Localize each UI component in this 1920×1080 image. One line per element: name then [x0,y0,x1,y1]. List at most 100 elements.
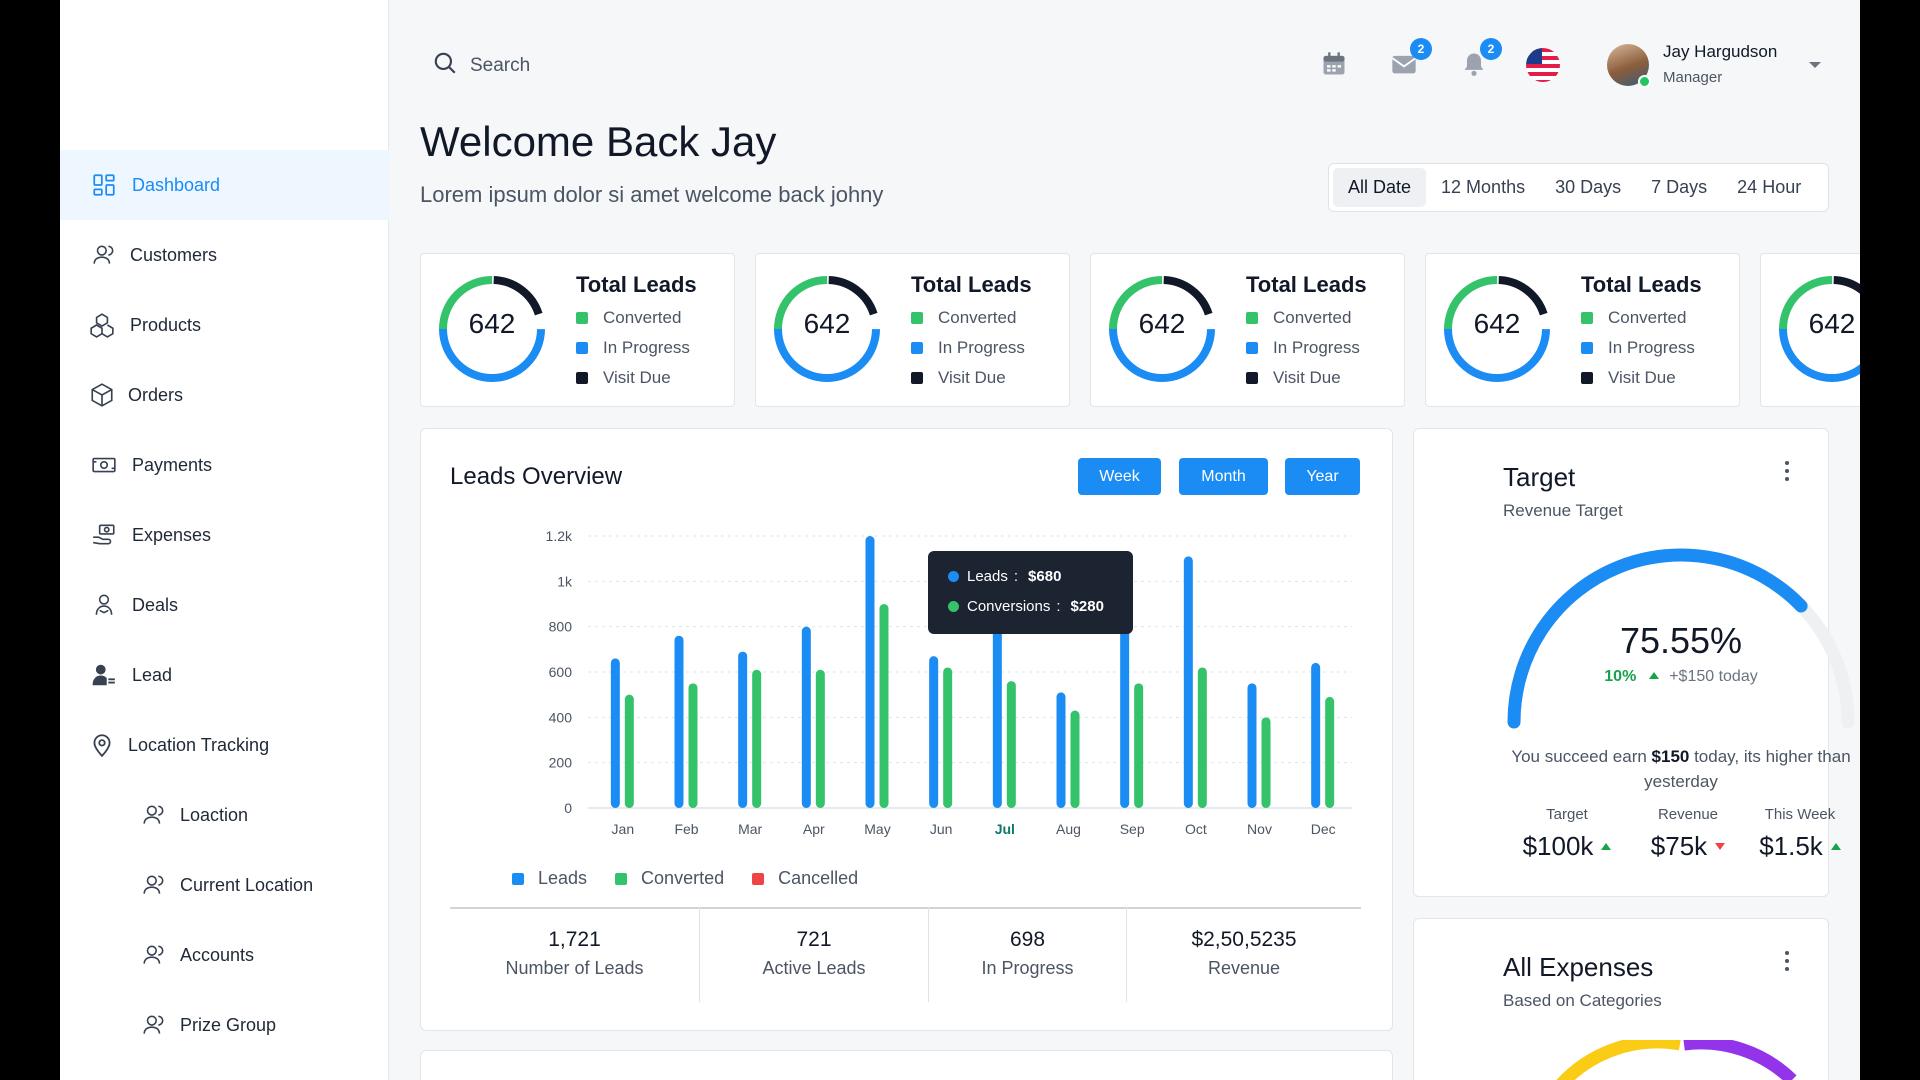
stat-number-of-leads: 1,721 Number of Leads [505,928,644,978]
bar-converted-dec [1325,696,1335,808]
bar-leads-feb [674,635,684,808]
bar-leads-sep [1120,628,1130,808]
expenses-donut-chart [1556,1040,1797,1080]
bar-leads-oct [1183,556,1193,808]
date-filter-30-days[interactable]: 30 Days [1540,168,1636,207]
lead-count: 642 [1808,308,1856,339]
sidebar-item-label: Prize Group [180,1014,277,1035]
legend-converted[interactable]: Converted [615,868,724,889]
lead-card: 642 [1760,253,1860,407]
target-percent: 75.55% [1619,620,1743,661]
tooltip-conv-value: $280 [1070,598,1104,615]
arrow-up-icon [1601,843,1612,850]
expenses-title: All Expenses [1503,952,1654,982]
bar-leads-nov [1247,683,1257,808]
x-tick-label: Apr [803,821,825,837]
bar-leads-jun [929,656,939,808]
x-tick-label: Jan [612,821,635,837]
bar-converted-nov [1261,717,1271,808]
bar-leads-dec [1311,662,1321,808]
target-col-target: Target $100k [1513,806,1621,862]
leads-bar-chart: 0 200 400 600 800 1k 1.2k Jan Feb Mar Apr May Jun Jul… [546,528,1352,837]
x-tick-label: Jun [930,821,953,837]
target-subtitle: Revenue Target [1503,501,1623,520]
date-filter-7-days[interactable]: 7 Days [1636,168,1722,207]
x-tick-label: Dec [1311,821,1336,837]
bar-leads-jul [992,617,1002,808]
users-icon [141,872,167,898]
bar-converted-may [879,604,889,808]
target-delta: 10% +$150 today [1604,668,1758,685]
x-tick-label: Aug [1056,821,1081,837]
lower-panel [420,1050,1393,1080]
y-tick-label: 800 [549,619,573,635]
bar-leads-apr [801,626,811,808]
x-tick-label: May [864,821,890,837]
bell-icon[interactable]: 2 [1460,38,1502,80]
target-title: Target [1503,462,1576,492]
bar-converted-jan [624,694,634,808]
legend-visit-due: Visit Due [1581,368,1676,388]
bar-leads-may [865,536,875,808]
bar-converted-jul [1006,681,1016,808]
sidebar-item-current-location[interactable]: Current Location [60,850,389,920]
lead-card: 642 Total Leads Converted In Progress Vi… [1425,253,1740,407]
sidebar-item-label: Accounts [180,944,255,965]
y-tick-label: 1k [557,573,573,589]
users-icon [141,1012,167,1038]
arrow-down-icon [1715,843,1726,850]
chart-legend: Leads Converted Cancelled [512,868,886,889]
stat-revenue: $2,50,5235 Revenue [1191,928,1297,978]
bar-converted-sep [1134,683,1144,808]
x-tick-label: Sep [1120,821,1145,837]
legend-converted: Converted [1581,308,1686,328]
x-tick-label: Nov [1247,821,1272,837]
stat-in-progress: 698 In Progress [981,928,1074,978]
tooltip-leads-value: $680 [1028,568,1062,585]
users-icon [141,942,167,968]
y-tick-label: 600 [549,664,573,680]
stat-active-leads: 721 Active Leads [762,928,866,978]
lead-card-title: Total Leads [1581,272,1702,297]
sidebar-item-prize-group[interactable]: Prize Group [60,990,389,1060]
y-tick-label: 400 [549,709,573,725]
more-options-icon[interactable] [1784,461,1790,485]
bell-badge: 2 [1480,38,1502,60]
y-tick-label: 1.2k [546,528,573,544]
legend-cancelled[interactable]: Cancelled [752,868,858,889]
bar-converted-apr [815,669,825,808]
x-tick-label: Oct [1185,821,1207,837]
bar-leads-aug [1056,692,1066,808]
tooltip-leads-label: Leads [967,568,1008,585]
target-message: You succeed earn $150 today, its higher … [1511,747,1851,791]
x-tick-label: Mar [738,821,762,837]
sidebar-item-accounts[interactable]: Accounts [60,920,389,990]
bar-leads-mar [738,651,748,808]
target-col-revenue: Revenue $75k [1633,806,1743,862]
arrow-up-icon [1830,843,1841,850]
tooltip-conv-label: Conversions [967,598,1051,615]
bar-converted-jun [943,667,953,808]
us-flag-icon[interactable] [1525,47,1561,83]
legend-in-progress: In Progress [1581,338,1695,358]
user-name: Jay Hargudson [1663,42,1778,61]
x-tick-label: Jul [995,821,1015,837]
legend-leads[interactable]: Leads [512,868,587,889]
bar-leads-jan [610,658,620,808]
online-status-dot [1638,75,1651,88]
expenses-subtitle: Based on Categories [1503,991,1662,1010]
app-window: Dashboard Customers Products Orders Paym… [60,0,1860,1080]
y-tick-label: 0 [564,800,572,816]
target-col-this-week: This Week $1.5k [1750,806,1850,862]
chevron-down-icon[interactable] [1807,58,1823,76]
y-tick-label: 200 [549,755,573,771]
arrow-up-icon [1648,672,1659,679]
bar-converted-aug [1070,710,1080,808]
chart-tooltip: Leads: $680 Conversions: $280 [928,551,1133,634]
date-filter-24-hour[interactable]: 24 Hour [1722,168,1816,207]
more-options-icon[interactable] [1784,951,1790,975]
user-role: Manager [1663,69,1723,86]
avatar[interactable] [1607,44,1651,88]
bar-converted-mar [752,669,762,808]
stats-divider [450,907,1361,909]
